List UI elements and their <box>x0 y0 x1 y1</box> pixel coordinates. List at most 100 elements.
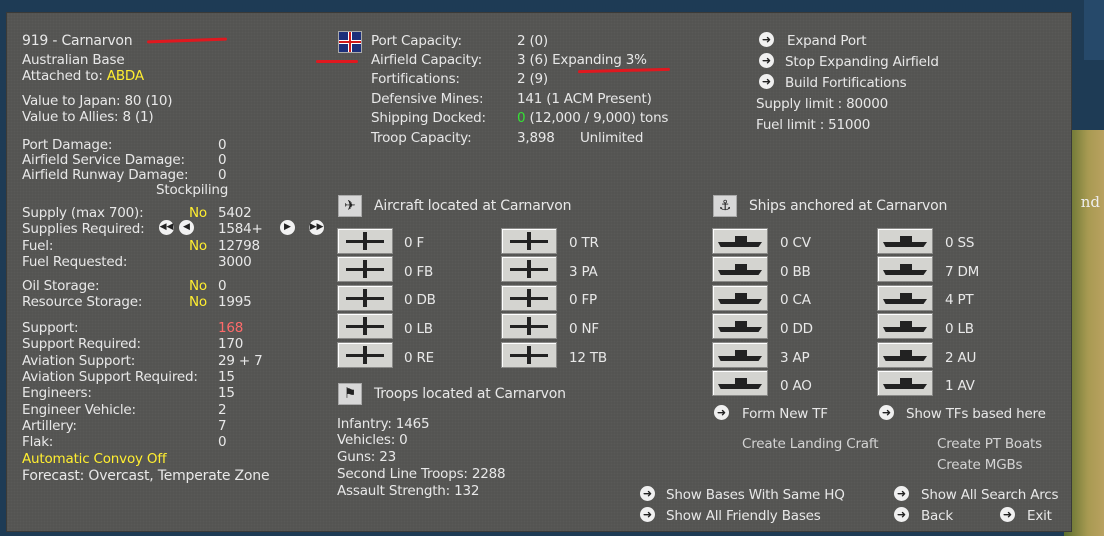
arrow-right-icon[interactable]: ➜ <box>759 53 774 68</box>
supply-flag[interactable]: No <box>189 206 207 221</box>
arrow-right-icon[interactable]: ➜ <box>714 405 729 420</box>
back-arrow-icon[interactable]: ➜ <box>894 507 909 522</box>
floatplane-icon[interactable] <box>501 285 557 311</box>
fortifications-value: 2 (9) <box>517 71 549 87</box>
port-capacity-value: 2 (0) <box>517 33 549 49</box>
oiler-icon[interactable] <box>712 370 768 396</box>
create-landing-craft-button[interactable]: Create Landing Craft <box>742 437 878 452</box>
aviation-support-value: 29 + 7 <box>218 353 263 369</box>
service-damage-label: Airfield Service Damage: <box>22 152 185 168</box>
fuel-flag[interactable]: No <box>189 239 207 254</box>
fast-rewind-icon[interactable]: ◀◀ <box>159 220 174 235</box>
flag-icon: ⚑ <box>338 383 362 405</box>
seaplane-tender-icon[interactable] <box>877 370 933 396</box>
map-sea <box>1084 0 1104 60</box>
landing-ship-icon[interactable] <box>877 313 933 339</box>
resource-flag[interactable]: No <box>189 295 207 310</box>
torpedo-bomber-icon[interactable] <box>501 342 557 368</box>
vehicles: Vehicles: 0 <box>337 432 408 448</box>
fast-forward-icon[interactable]: ▶▶ <box>309 220 324 235</box>
night-fighter-icon[interactable] <box>501 313 557 339</box>
supply-value: 5402 <box>218 205 252 221</box>
create-mgbs-button[interactable]: Create MGBs <box>937 458 1023 473</box>
airfield-capacity-label: Airfield Capacity: <box>371 52 482 68</box>
destroyer-icon[interactable] <box>712 313 768 339</box>
flak-label: Flak: <box>22 434 54 450</box>
exit-arrow-icon[interactable]: ➜ <box>1000 507 1015 522</box>
ship-count: 1 AV <box>945 378 975 394</box>
transport-icon[interactable] <box>501 228 557 254</box>
second-line-troops: Second Line Troops: 2288 <box>337 466 506 482</box>
arrow-right-icon[interactable]: ➜ <box>894 486 909 501</box>
arrow-right-icon[interactable]: ➜ <box>879 405 894 420</box>
anchor-icon: ⚓ <box>713 195 737 217</box>
port-capacity-label: Port Capacity: <box>371 33 462 49</box>
supply-limit: Supply limit : 80000 <box>756 96 889 112</box>
defensive-mines-label: Defensive Mines: <box>371 91 484 107</box>
ships-title: Ships anchored at Carnarvon <box>749 198 948 214</box>
aircraft-title: Aircraft located at Carnarvon <box>374 198 572 214</box>
battleship-icon[interactable] <box>712 256 768 282</box>
aircraft-count: 0 LB <box>404 321 433 337</box>
arrow-right-icon[interactable]: ➜ <box>640 507 655 522</box>
uk-flag-icon <box>338 31 362 53</box>
fighter-bomber-icon[interactable] <box>337 256 393 282</box>
runway-damage-value: 0 <box>218 167 227 183</box>
cruiser-icon[interactable] <box>712 285 768 311</box>
attached-to: Attached to: ABDA <box>22 68 144 84</box>
submarine-icon[interactable] <box>877 228 933 254</box>
red-underline <box>316 60 358 63</box>
oil-value: 0 <box>218 278 227 294</box>
aircraft-count: 0 DB <box>404 292 436 308</box>
arrow-right-icon[interactable]: ➜ <box>640 486 655 501</box>
supply-label: Supply (max 700): <box>22 205 144 221</box>
minelayer-icon[interactable] <box>877 256 933 282</box>
expand-port-button[interactable]: Expand Port <box>787 34 867 49</box>
recon-icon[interactable] <box>337 342 393 368</box>
show-tfs-button[interactable]: Show TFs based here <box>906 407 1046 422</box>
level-bomber-icon[interactable] <box>337 313 393 339</box>
create-pt-boats-button[interactable]: Create PT Boats <box>937 437 1042 452</box>
stockpiling-button[interactable]: Stockpiling <box>156 183 228 198</box>
value-japan: Value to Japan: 80 (10) <box>22 93 173 109</box>
fortifications-label: Fortifications: <box>371 71 460 87</box>
convoy-toggle[interactable]: Automatic Convoy Off <box>22 452 167 467</box>
patrol-icon[interactable] <box>501 256 557 282</box>
arrow-right-icon[interactable]: ➜ <box>759 74 774 89</box>
fuel-label: Fuel: <box>22 238 54 254</box>
fuel-limit: Fuel limit : 51000 <box>756 117 871 133</box>
forward-icon[interactable]: ▶ <box>280 220 295 235</box>
aircraft-count: 0 TR <box>569 235 599 251</box>
show-search-arcs-button[interactable]: Show All Search Arcs <box>921 488 1059 503</box>
shipping-docked-value: 0 (12,000 / 9,000) tons <box>517 110 669 126</box>
engineers-value: 15 <box>218 385 235 401</box>
back-button[interactable]: Back <box>921 509 953 524</box>
stop-expanding-airfield-button[interactable]: Stop Expanding Airfield <box>785 55 939 70</box>
troop-capacity-value: 3,898 <box>517 130 555 146</box>
aircraft-icon: ✈ <box>338 195 362 217</box>
ship-count: 0 BB <box>780 264 811 280</box>
port-damage-value: 0 <box>218 137 227 153</box>
transport-ship-icon[interactable] <box>712 342 768 368</box>
rewind-icon[interactable]: ◀ <box>179 220 194 235</box>
form-new-tf-button[interactable]: Form New TF <box>742 407 828 422</box>
auxiliary-icon[interactable] <box>877 342 933 368</box>
build-fortifications-button[interactable]: Build Fortifications <box>785 76 907 91</box>
aviation-required-label: Aviation Support Required: <box>22 369 198 385</box>
resource-storage-label: Resource Storage: <box>22 294 143 310</box>
defensive-mines-value: 141 (1 ACM Present) <box>517 91 652 107</box>
show-friendly-bases-button[interactable]: Show All Friendly Bases <box>666 509 821 524</box>
carrier-icon[interactable] <box>712 228 768 254</box>
show-bases-same-hq-button[interactable]: Show Bases With Same HQ <box>666 488 845 503</box>
map-label: nd <box>1080 193 1100 211</box>
hq-link[interactable]: ABDA <box>107 68 144 84</box>
oil-flag[interactable]: No <box>189 279 207 294</box>
pt-boat-icon[interactable] <box>877 285 933 311</box>
ship-count: 0 DD <box>780 321 813 337</box>
arrow-right-icon[interactable]: ➜ <box>759 32 774 47</box>
dive-bomber-icon[interactable] <box>337 285 393 311</box>
aircraft-count: 0 RE <box>404 350 434 366</box>
fighter-icon[interactable] <box>337 228 393 254</box>
ship-count: 0 AO <box>780 378 812 394</box>
exit-button[interactable]: Exit <box>1027 509 1052 524</box>
